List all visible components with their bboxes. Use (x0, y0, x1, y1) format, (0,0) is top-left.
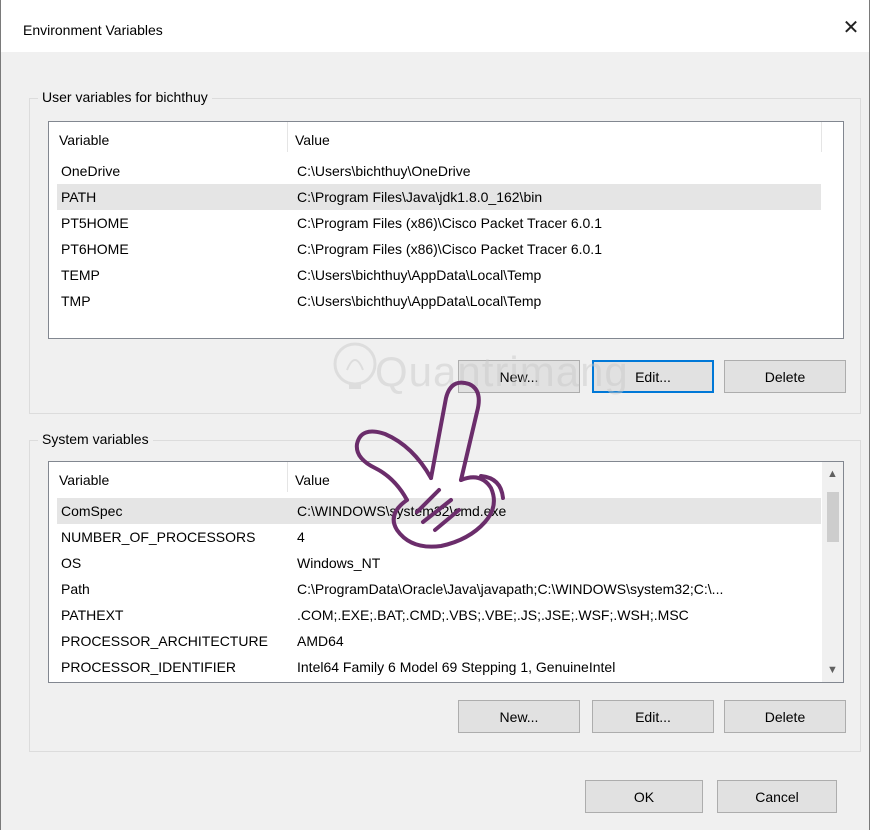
table-row[interactable]: PROCESSOR_IDENTIFIER Intel64 Family 6 Mo… (57, 654, 821, 680)
column-header-variable[interactable]: Variable (59, 132, 109, 148)
system-list-header: Variable Value (49, 462, 843, 496)
close-icon[interactable]: ✕ (833, 12, 869, 42)
table-row[interactable]: PT6HOME C:\Program Files (x86)\Cisco Pac… (57, 236, 821, 262)
table-row[interactable]: NUMBER_OF_PROCESSORS 4 (57, 524, 821, 550)
environment-variables-dialog: Environment Variables ✕ User variables f… (0, 0, 870, 830)
cell-value: C:\Users\bichthuy\OneDrive (297, 163, 471, 179)
table-row[interactable]: Path C:\ProgramData\Oracle\Java\javapath… (57, 576, 821, 602)
cell-value: AMD64 (297, 633, 344, 649)
column-header-value[interactable]: Value (295, 132, 330, 148)
vertical-scrollbar[interactable]: ▲ ▼ (822, 462, 843, 682)
user-delete-button[interactable]: Delete (724, 360, 846, 393)
column-header-value[interactable]: Value (295, 472, 330, 488)
cell-variable: TEMP (61, 267, 100, 283)
column-separator[interactable] (821, 122, 822, 152)
user-variables-list[interactable]: Variable Value OneDrive C:\Users\bichthu… (48, 121, 844, 339)
ok-button[interactable]: OK (585, 780, 703, 813)
table-row[interactable]: PT5HOME C:\Program Files (x86)\Cisco Pac… (57, 210, 821, 236)
user-edit-button[interactable]: Edit... (592, 360, 714, 393)
cancel-button[interactable]: Cancel (717, 780, 837, 813)
column-header-variable[interactable]: Variable (59, 472, 109, 488)
chevron-up-icon[interactable]: ▲ (822, 464, 843, 484)
column-separator[interactable] (287, 122, 288, 152)
cell-value: C:\ProgramData\Oracle\Java\javapath;C:\W… (297, 581, 724, 597)
system-variables-label: System variables (38, 431, 153, 447)
column-separator[interactable] (287, 462, 288, 492)
title-bar: Environment Variables ✕ (1, 0, 869, 52)
cell-variable: ComSpec (61, 503, 123, 519)
user-new-button[interactable]: New... (458, 360, 580, 393)
cell-value: C:\Program Files\Java\jdk1.8.0_162\bin (297, 189, 543, 205)
cell-variable: OneDrive (61, 163, 121, 179)
table-row-selected[interactable]: ComSpec C:\WINDOWS\system32\cmd.exe (57, 498, 821, 524)
cell-value: Intel64 Family 6 Model 69 Stepping 1, Ge… (297, 659, 616, 675)
cell-value: C:\WINDOWS\system32\cmd.exe (297, 503, 507, 519)
cell-variable: PT6HOME (61, 241, 129, 257)
cell-variable: OS (61, 555, 82, 571)
cell-value: C:\Users\bichthuy\AppData\Local\Temp (297, 293, 542, 309)
cell-value: C:\Program Files (x86)\Cisco Packet Trac… (297, 215, 602, 231)
system-delete-button[interactable]: Delete (724, 700, 846, 733)
cell-variable: PROCESSOR_IDENTIFIER (61, 659, 237, 675)
cell-variable: Path (61, 581, 90, 597)
table-row[interactable]: TMP C:\Users\bichthuy\AppData\Local\Temp (57, 288, 821, 314)
window-title: Environment Variables (23, 22, 163, 38)
cell-variable: PATH (61, 189, 97, 205)
cell-value: C:\Program Files (x86)\Cisco Packet Trac… (297, 241, 602, 257)
cell-variable: NUMBER_OF_PROCESSORS (61, 529, 256, 545)
system-edit-button[interactable]: Edit... (592, 700, 714, 733)
table-row[interactable]: OneDrive C:\Users\bichthuy\OneDrive (57, 158, 821, 184)
cell-value: .COM;.EXE;.BAT;.CMD;.VBS;.VBE;.JS;.JSE;.… (297, 607, 689, 623)
system-variables-group: System variables Variable Value ComSpec … (29, 431, 861, 752)
cell-variable: PATHEXT (61, 607, 124, 623)
cell-variable: TMP (61, 293, 91, 309)
cell-variable: PT5HOME (61, 215, 129, 231)
table-row[interactable]: OS Windows_NT (57, 550, 821, 576)
user-list-header: Variable Value (49, 122, 843, 156)
table-row-selected[interactable]: PATH C:\Program Files\Java\jdk1.8.0_162\… (57, 184, 821, 210)
system-new-button[interactable]: New... (458, 700, 580, 733)
user-variables-group: User variables for bichthuy Variable Val… (29, 89, 861, 414)
cell-variable: PROCESSOR_ARCHITECTURE (61, 633, 268, 649)
scrollbar-thumb[interactable] (827, 492, 839, 542)
cell-value: C:\Users\bichthuy\AppData\Local\Temp (297, 267, 542, 283)
cell-value: Windows_NT (297, 555, 381, 571)
chevron-down-icon[interactable]: ▼ (822, 660, 843, 680)
user-variables-label: User variables for bichthuy (38, 89, 212, 105)
table-row[interactable]: TEMP C:\Users\bichthuy\AppData\Local\Tem… (57, 262, 821, 288)
system-variables-list[interactable]: Variable Value ComSpec C:\WINDOWS\system… (48, 461, 844, 683)
table-row[interactable]: PROCESSOR_ARCHITECTURE AMD64 (57, 628, 821, 654)
table-row[interactable]: PATHEXT .COM;.EXE;.BAT;.CMD;.VBS;.VBE;.J… (57, 602, 821, 628)
cell-value: 4 (297, 529, 305, 545)
